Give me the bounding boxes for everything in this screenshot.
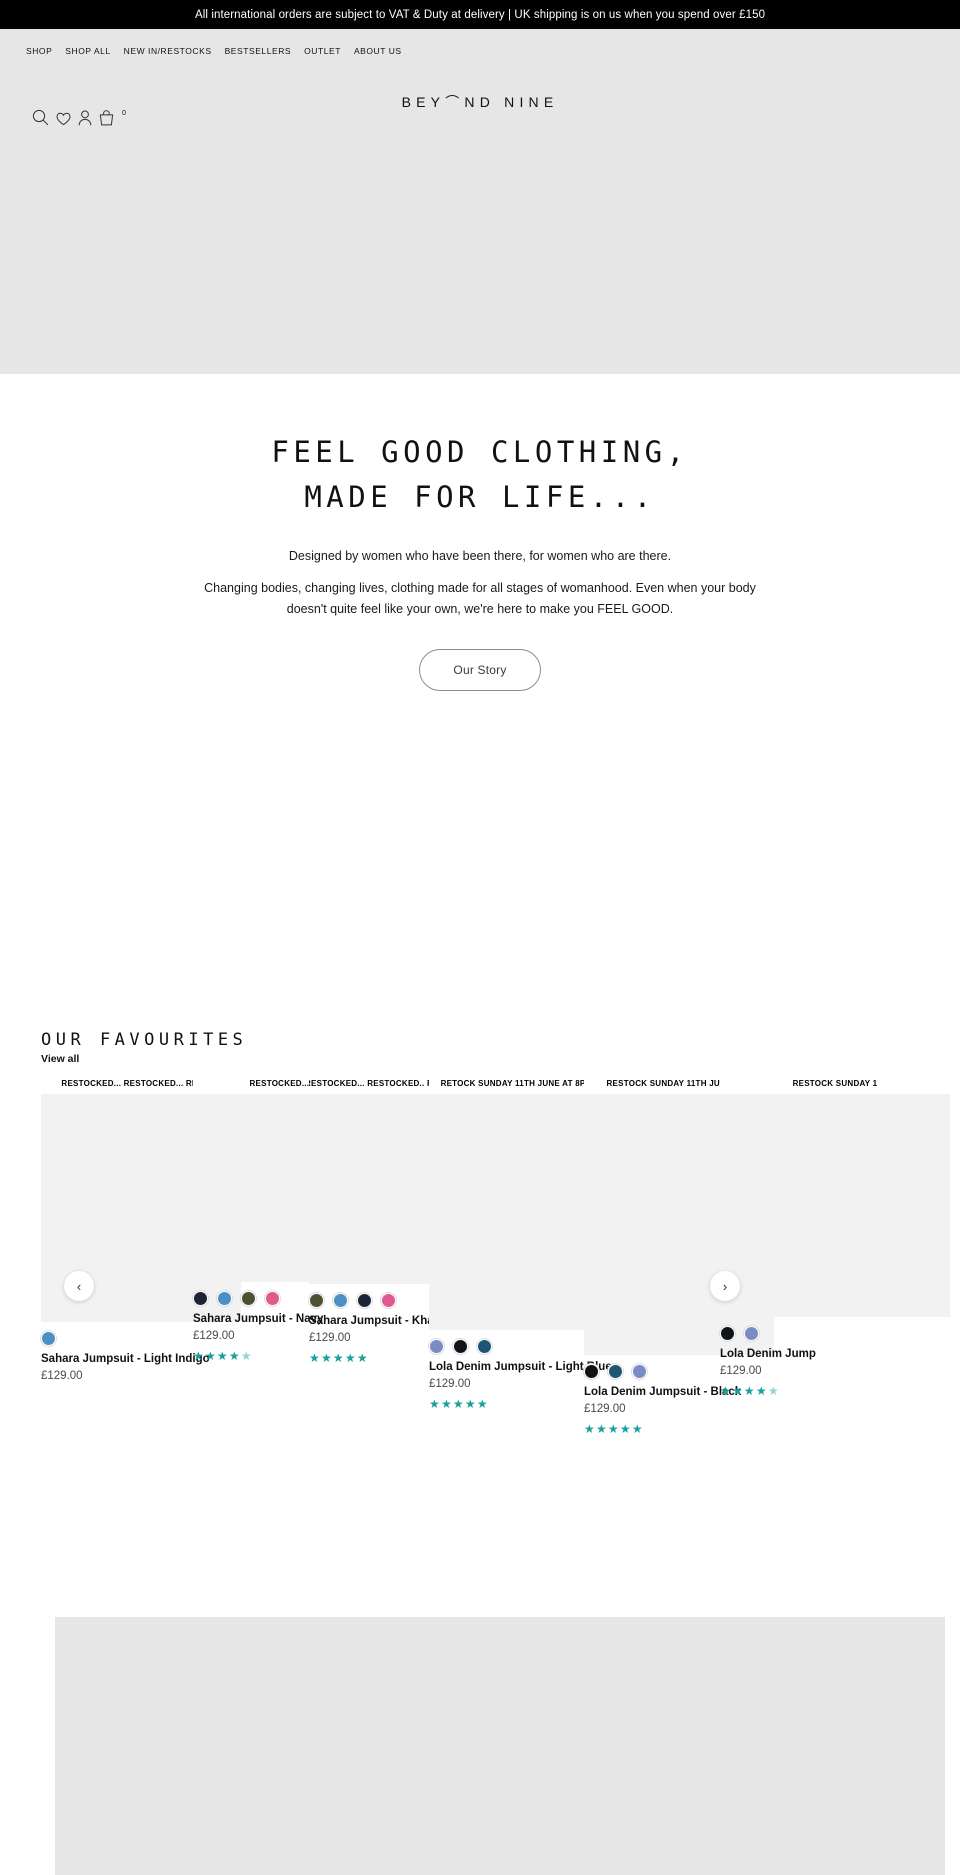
product-card[interactable]: RESTOCK SUNDAY 1 Lola Denim Jump £129.00… (720, 1072, 950, 1398)
chevron-left-icon: ‹ (76, 1278, 82, 1294)
swatch[interactable] (381, 1293, 396, 1308)
chevron-right-icon: › (722, 1278, 728, 1294)
page-root: All international orders are subject to … (0, 0, 960, 1875)
hero-paragraph-2: Changing bodies, changing lives, clothin… (204, 581, 756, 616)
swatch[interactable] (584, 1364, 599, 1379)
favourites-title: OUR FAVOURITES (41, 1030, 248, 1050)
our-story-button[interactable]: Our Story (419, 649, 541, 691)
product-card[interactable]: RESTOCKED... RESTOCKED.. R Sahara Jumpsu… (309, 1072, 443, 1365)
product-price: £129.00 (584, 1403, 626, 1415)
site-header: SHOP SHOP ALL NEW IN/RESTOCKS BESTSELLER… (0, 29, 960, 374)
swatch[interactable] (477, 1339, 492, 1354)
hero-heading-line-1: FEEL GOOD CLOTHING, (271, 435, 689, 469)
product-image-placeholder[interactable]: RESTOCK SUNDAY 1 (720, 1072, 950, 1317)
search-icon[interactable] (32, 109, 49, 126)
swatch[interactable] (265, 1291, 280, 1306)
product-swatches[interactable] (720, 1326, 950, 1341)
product-badge: RESTOCKED... RESTOCKED.. R (309, 1072, 429, 1094)
swatch[interactable] (744, 1326, 759, 1341)
product-name[interactable]: Sahara Jumpsuit - Khaki (309, 1315, 443, 1327)
nav-item-new-in-restocks[interactable]: NEW IN/RESTOCKS (124, 46, 212, 56)
product-rating: ★★★★★ (584, 1422, 644, 1436)
page-title: FEEL GOOD CLOTHING, MADE FOR LIFE... (0, 430, 960, 520)
carousel-next-button[interactable]: › (710, 1271, 740, 1301)
cart-count-badge: 0 (122, 110, 126, 117)
product-name[interactable]: Lola Denim Jump (720, 1348, 950, 1360)
swatch[interactable] (453, 1339, 468, 1354)
carousel-prev-button[interactable]: ‹ (64, 1271, 94, 1301)
site-logo-text: BEY⌒ND NINE (401, 94, 559, 110)
favourites-carousel[interactable]: RESTOCKED... RESTOCKED... RESTOC Sahara … (41, 1072, 960, 1436)
swatch[interactable] (357, 1293, 372, 1308)
header-icon-row: 0 (32, 109, 126, 126)
product-rating: ★★★★★ (309, 1351, 369, 1365)
product-price: £129.00 (720, 1365, 762, 1377)
swatch[interactable] (333, 1293, 348, 1308)
nav-item-shop[interactable]: SHOP (26, 46, 52, 56)
hero-heading-line-2: MADE FOR LIFE... (304, 480, 656, 514)
hero-copy-section: FEEL GOOD CLOTHING, MADE FOR LIFE... Des… (0, 430, 960, 691)
nav-item-bestsellers[interactable]: BESTSELLERS (225, 46, 292, 56)
nav-item-shop-all[interactable]: SHOP ALL (65, 46, 110, 56)
heart-icon[interactable] (56, 112, 71, 126)
product-rating: ★★★★★ (720, 1384, 780, 1398)
cart-icon[interactable] (99, 110, 114, 126)
product-price: £129.00 (309, 1332, 351, 1344)
swatch[interactable] (720, 1326, 735, 1341)
swatch[interactable] (217, 1291, 232, 1306)
nav-item-about-us[interactable]: ABOUT US (354, 46, 402, 56)
product-image-placeholder[interactable]: RESTOCKED... RESTOCKED.. R (309, 1072, 429, 1284)
swatch[interactable] (241, 1291, 256, 1306)
announcement-bar: All international orders are subject to … (0, 0, 960, 29)
bottom-content-block (55, 1617, 945, 1875)
main-navigation: SHOP SHOP ALL NEW IN/RESTOCKS BESTSELLER… (26, 46, 402, 56)
product-swatches[interactable] (309, 1293, 443, 1308)
hero-paragraph-1: Designed by women who have been there, f… (288, 549, 672, 563)
favourites-view-all-link[interactable]: View all (41, 1053, 247, 1065)
site-logo[interactable]: BEY⌒ND NINE (0, 92, 960, 112)
swatch[interactable] (429, 1339, 444, 1354)
swatch[interactable] (608, 1364, 623, 1379)
swatch[interactable] (632, 1364, 647, 1379)
announcement-text: All international orders are subject to … (194, 8, 766, 21)
swatch[interactable] (309, 1293, 324, 1308)
nav-item-outlet[interactable]: OUTLET (304, 46, 341, 56)
account-icon[interactable] (78, 110, 92, 126)
swatch[interactable] (41, 1331, 56, 1346)
favourites-header: OUR FAVOURITES View all (41, 1030, 247, 1065)
product-badge: RESTOCK SUNDAY 1 (720, 1072, 950, 1094)
swatch[interactable] (193, 1291, 208, 1306)
product-price: £129.00 (41, 1370, 83, 1382)
